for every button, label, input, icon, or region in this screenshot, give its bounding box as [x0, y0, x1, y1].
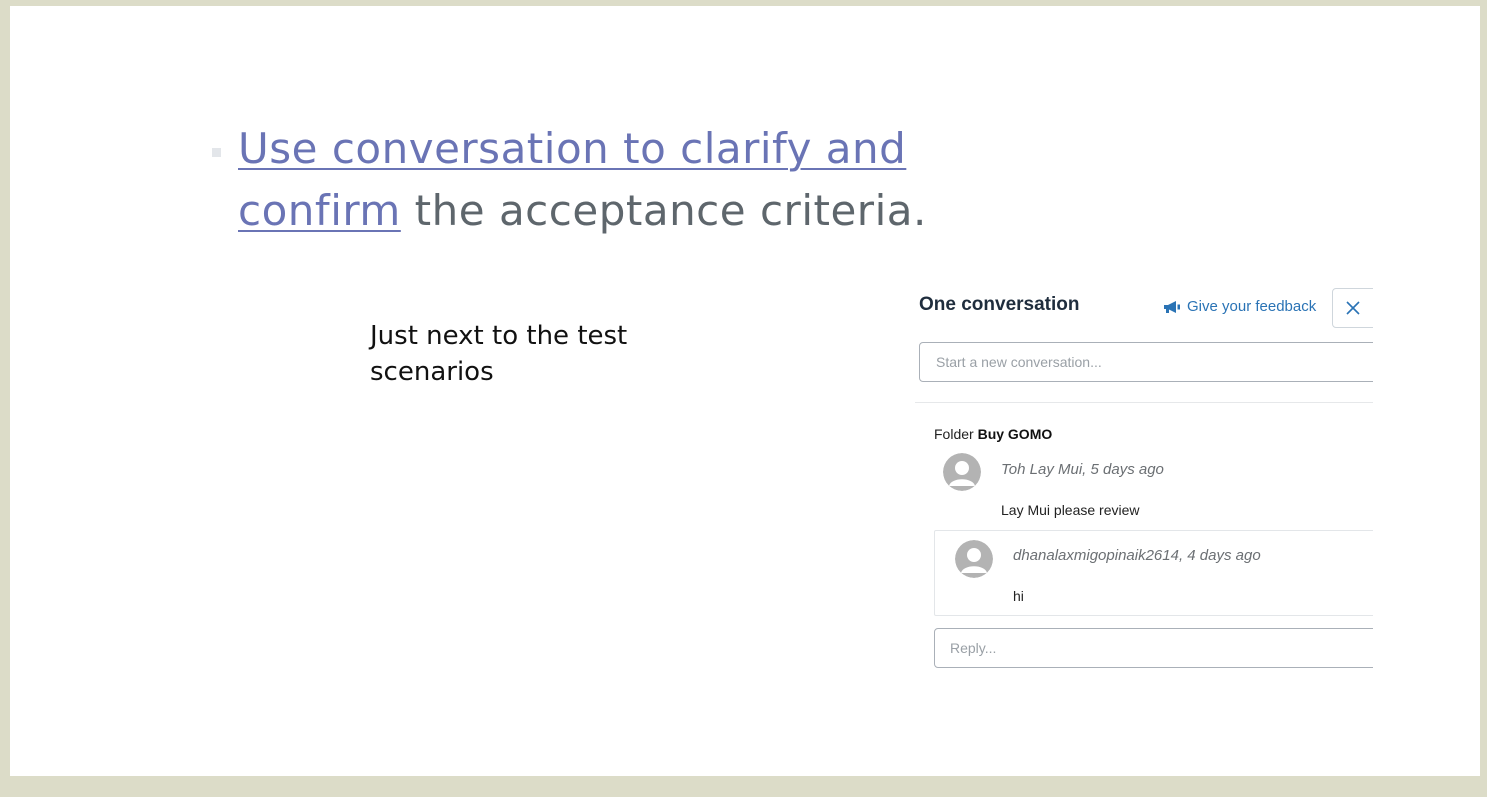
reply-input[interactable]	[934, 628, 1373, 668]
panel-title: One conversation	[919, 294, 1080, 315]
bullet-rest-text: the acceptance criteria.	[400, 186, 927, 235]
close-icon	[1346, 301, 1360, 315]
close-button[interactable]	[1332, 288, 1373, 328]
bullet-text: Use conversation to clarify and confirm …	[238, 118, 970, 242]
megaphone-icon	[1164, 300, 1180, 313]
bullet-item: Use conversation to clarify and confirm …	[210, 118, 970, 242]
bullet-marker	[212, 148, 221, 157]
reply-thread	[934, 530, 1373, 616]
folder-label: Folder Buy GOMO	[934, 426, 1052, 442]
divider	[915, 402, 1373, 403]
folder-name[interactable]: Buy GOMO	[978, 426, 1053, 442]
reply-author-meta: dhanalaxmigopinaik2614, 4 days ago	[1013, 547, 1261, 564]
note-text: Just next to the test scenarios	[370, 321, 628, 387]
folder-prefix: Folder	[934, 426, 974, 442]
conversation-panel: One conversation Give your feedback Fold…	[915, 284, 1373, 704]
reply-body: hi	[1013, 588, 1024, 604]
slide: Use conversation to clarify and confirm …	[10, 6, 1480, 776]
user-avatar-icon	[943, 453, 981, 491]
new-conversation-input[interactable]	[919, 342, 1373, 382]
user-avatar-icon	[955, 540, 993, 578]
comment-author-meta: Toh Lay Mui, 5 days ago	[1001, 461, 1164, 478]
give-feedback-label: Give your feedback	[1187, 298, 1317, 315]
comment-body: Lay Mui please review	[1001, 502, 1140, 518]
give-feedback-link[interactable]: Give your feedback	[1163, 298, 1316, 315]
